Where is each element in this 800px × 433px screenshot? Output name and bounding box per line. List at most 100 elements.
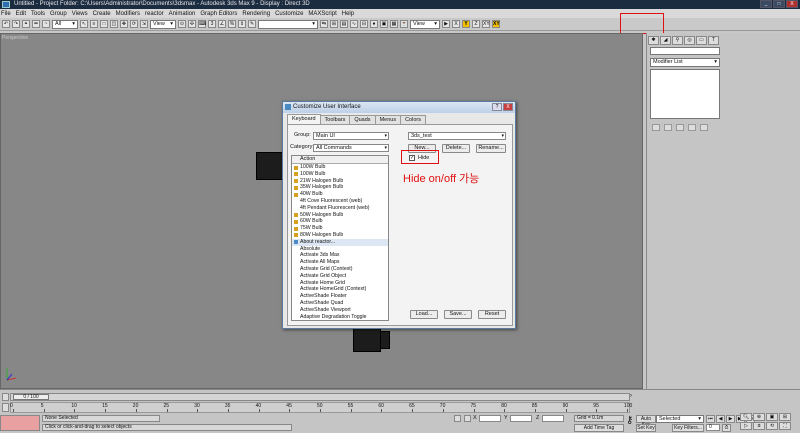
render-setup-icon[interactable]: ▣ bbox=[380, 20, 388, 28]
action-list-item[interactable]: Activate 3ds Max bbox=[292, 252, 388, 259]
layer-manager-icon[interactable]: ▤ bbox=[340, 20, 348, 28]
menu-tools[interactable]: Tools bbox=[31, 11, 45, 17]
action-list-item[interactable]: 75W Bulb bbox=[292, 225, 388, 232]
pin-stack-icon[interactable] bbox=[652, 124, 660, 131]
shortcut-set-select[interactable]: 3ds_test bbox=[408, 132, 506, 140]
action-list-item[interactable]: ActiveShade Floater bbox=[292, 293, 388, 300]
angle-snap-icon[interactable]: ∠ bbox=[218, 20, 226, 28]
x-coordinate-field[interactable] bbox=[479, 415, 501, 422]
action-list-item[interactable]: 35W Halogen Bulb bbox=[292, 184, 388, 191]
window-crossing-icon[interactable]: ◫ bbox=[110, 20, 118, 28]
time-slider-thumb[interactable]: 0 / 100 bbox=[13, 394, 49, 400]
redo-icon[interactable]: ↷ bbox=[12, 20, 20, 28]
action-list-item[interactable]: About reactor... bbox=[292, 238, 388, 246]
minimize-button[interactable]: _ bbox=[760, 0, 772, 8]
absolute-mode-icon[interactable] bbox=[464, 415, 471, 422]
action-list-item[interactable]: 60W Bulb bbox=[292, 218, 388, 225]
track-bar[interactable]: 0 5 10 15 20 25 30 35 40 45 50 55 60 65 70 75 80 85 90 95 10… bbox=[10, 402, 632, 413]
close-button[interactable]: X bbox=[786, 0, 798, 8]
key-mode-select[interactable]: Selected bbox=[656, 415, 704, 423]
material-editor-icon[interactable]: ● bbox=[370, 20, 378, 28]
add-time-tag-button[interactable]: Add Time Tag bbox=[574, 424, 624, 432]
tab-colors[interactable]: Colors bbox=[400, 115, 426, 124]
maxscript-listener-field[interactable] bbox=[0, 415, 40, 431]
key-icon[interactable]: ⚷ bbox=[626, 415, 636, 429]
modify-icon[interactable]: ◢ bbox=[660, 36, 671, 45]
configure-modifier-sets-icon[interactable] bbox=[700, 124, 708, 131]
render-frame-icon[interactable]: ▦ bbox=[390, 20, 398, 28]
action-list-item[interactable]: Activate Grid Object bbox=[292, 273, 388, 280]
previous-frame-icon[interactable]: ◀ bbox=[716, 415, 725, 423]
select-object-icon[interactable]: ↖ bbox=[80, 20, 88, 28]
select-link-icon[interactable]: ⚭ bbox=[22, 20, 30, 28]
menu-edit[interactable]: Edit bbox=[16, 11, 26, 17]
axis-xy-cycle-button[interactable]: XY bbox=[492, 20, 500, 28]
bind-spacewarp-icon[interactable]: ~ bbox=[42, 20, 50, 28]
action-list[interactable]: Action 100W Bulb 100W Bulb 21W Halogen Bul… bbox=[291, 155, 389, 321]
dialog-close-button[interactable]: X bbox=[503, 103, 513, 111]
menu-file[interactable]: File bbox=[1, 11, 11, 17]
z-coordinate-field[interactable] bbox=[542, 415, 564, 422]
maximize-button[interactable]: □ bbox=[773, 0, 785, 8]
set-key-button[interactable]: Set Key bbox=[636, 424, 656, 432]
action-list-item[interactable]: 50W Halogen Bulb bbox=[292, 212, 388, 219]
viewport-label[interactable]: Perspective bbox=[2, 35, 28, 41]
edit-named-selection-icon[interactable]: ✎ bbox=[248, 20, 256, 28]
key-filters-button[interactable]: Key Filters... bbox=[672, 424, 704, 432]
zoom-icon[interactable]: 🔍︎ bbox=[740, 413, 752, 421]
object-name-field[interactable] bbox=[650, 47, 720, 55]
save-button[interactable]: Save... bbox=[444, 310, 472, 319]
hierarchy-icon[interactable]: ⚲ bbox=[672, 36, 683, 45]
render-view-select[interactable]: View bbox=[410, 19, 440, 29]
select-manipulate-icon[interactable]: ✣ bbox=[188, 20, 196, 28]
menu-animation[interactable]: Animation bbox=[169, 11, 196, 17]
action-list-item[interactable]: Activate All Maps bbox=[292, 259, 388, 266]
keyboard-shortcut-override-icon[interactable]: ⌨ bbox=[198, 20, 206, 28]
axis-x-button[interactable]: X bbox=[452, 20, 460, 28]
menu-create[interactable]: Create bbox=[93, 11, 111, 17]
action-column-header[interactable]: Action bbox=[292, 156, 388, 164]
schematic-view-icon[interactable]: ⊟ bbox=[360, 20, 368, 28]
snaps-toggle-icon[interactable]: 3 bbox=[208, 20, 216, 28]
lock-selection-icon[interactable] bbox=[454, 415, 461, 422]
align-icon[interactable]: ⊞ bbox=[330, 20, 338, 28]
load-button[interactable]: Load... bbox=[410, 310, 438, 319]
mirror-icon[interactable]: ⇆ bbox=[320, 20, 328, 28]
go-to-start-icon[interactable]: ⏮ bbox=[706, 415, 715, 423]
remove-modifier-icon[interactable] bbox=[688, 124, 696, 131]
rectangle-selection-icon[interactable]: □ bbox=[100, 20, 108, 28]
menu-rendering[interactable]: Rendering bbox=[242, 11, 270, 17]
tab-keyboard[interactable]: Keyboard bbox=[287, 114, 321, 124]
unlink-icon[interactable]: ⚮ bbox=[32, 20, 40, 28]
play-icon[interactable]: ▶ bbox=[726, 415, 735, 423]
axis-z-button[interactable]: Z bbox=[472, 20, 480, 28]
show-end-result-icon[interactable] bbox=[664, 124, 672, 131]
action-list-item[interactable]: 21W Halogen Bulb bbox=[292, 178, 388, 185]
tab-menus[interactable]: Menus bbox=[374, 115, 402, 124]
action-list-item[interactable]: 80W Halogen Bulb bbox=[292, 232, 388, 239]
action-list-item[interactable]: 40W Bulb bbox=[292, 191, 388, 198]
dialog-help-button[interactable]: ? bbox=[492, 103, 502, 111]
quick-render-icon[interactable]: ☕ bbox=[400, 20, 408, 28]
action-list-item[interactable]: 4ft Pendant Fluorescent (web) bbox=[292, 205, 388, 212]
spinner-snap-icon[interactable]: ⇕ bbox=[238, 20, 246, 28]
current-frame-field[interactable]: 0 bbox=[706, 424, 720, 431]
mini-listener-icon[interactable] bbox=[2, 393, 9, 401]
pivot-center-icon[interactable]: ⊙ bbox=[178, 20, 186, 28]
group-select[interactable]: Main UI bbox=[313, 132, 389, 140]
pan-icon[interactable]: ✋︎ bbox=[753, 422, 765, 430]
reset-button[interactable]: Reset bbox=[478, 310, 506, 319]
action-list-item[interactable]: 4ft Cove Fluorescent (web) bbox=[292, 198, 388, 205]
axis-xy-button[interactable]: XY bbox=[482, 20, 490, 28]
select-by-name-icon[interactable]: ≡ bbox=[90, 20, 98, 28]
action-list-item[interactable]: ActiveShade Quad bbox=[292, 300, 388, 307]
app-icon[interactable] bbox=[2, 1, 10, 8]
select-scale-icon[interactable]: ⇲ bbox=[140, 20, 148, 28]
select-move-icon[interactable]: ✥ bbox=[120, 20, 128, 28]
motion-icon[interactable]: ◎ bbox=[684, 36, 695, 45]
make-unique-icon[interactable] bbox=[676, 124, 684, 131]
menu-group[interactable]: Group bbox=[50, 11, 67, 17]
menu-help[interactable]: Help bbox=[342, 11, 354, 17]
modifier-list-select[interactable]: Modifier List bbox=[650, 58, 720, 67]
arc-rotate-icon[interactable]: ⟲ bbox=[766, 422, 778, 430]
